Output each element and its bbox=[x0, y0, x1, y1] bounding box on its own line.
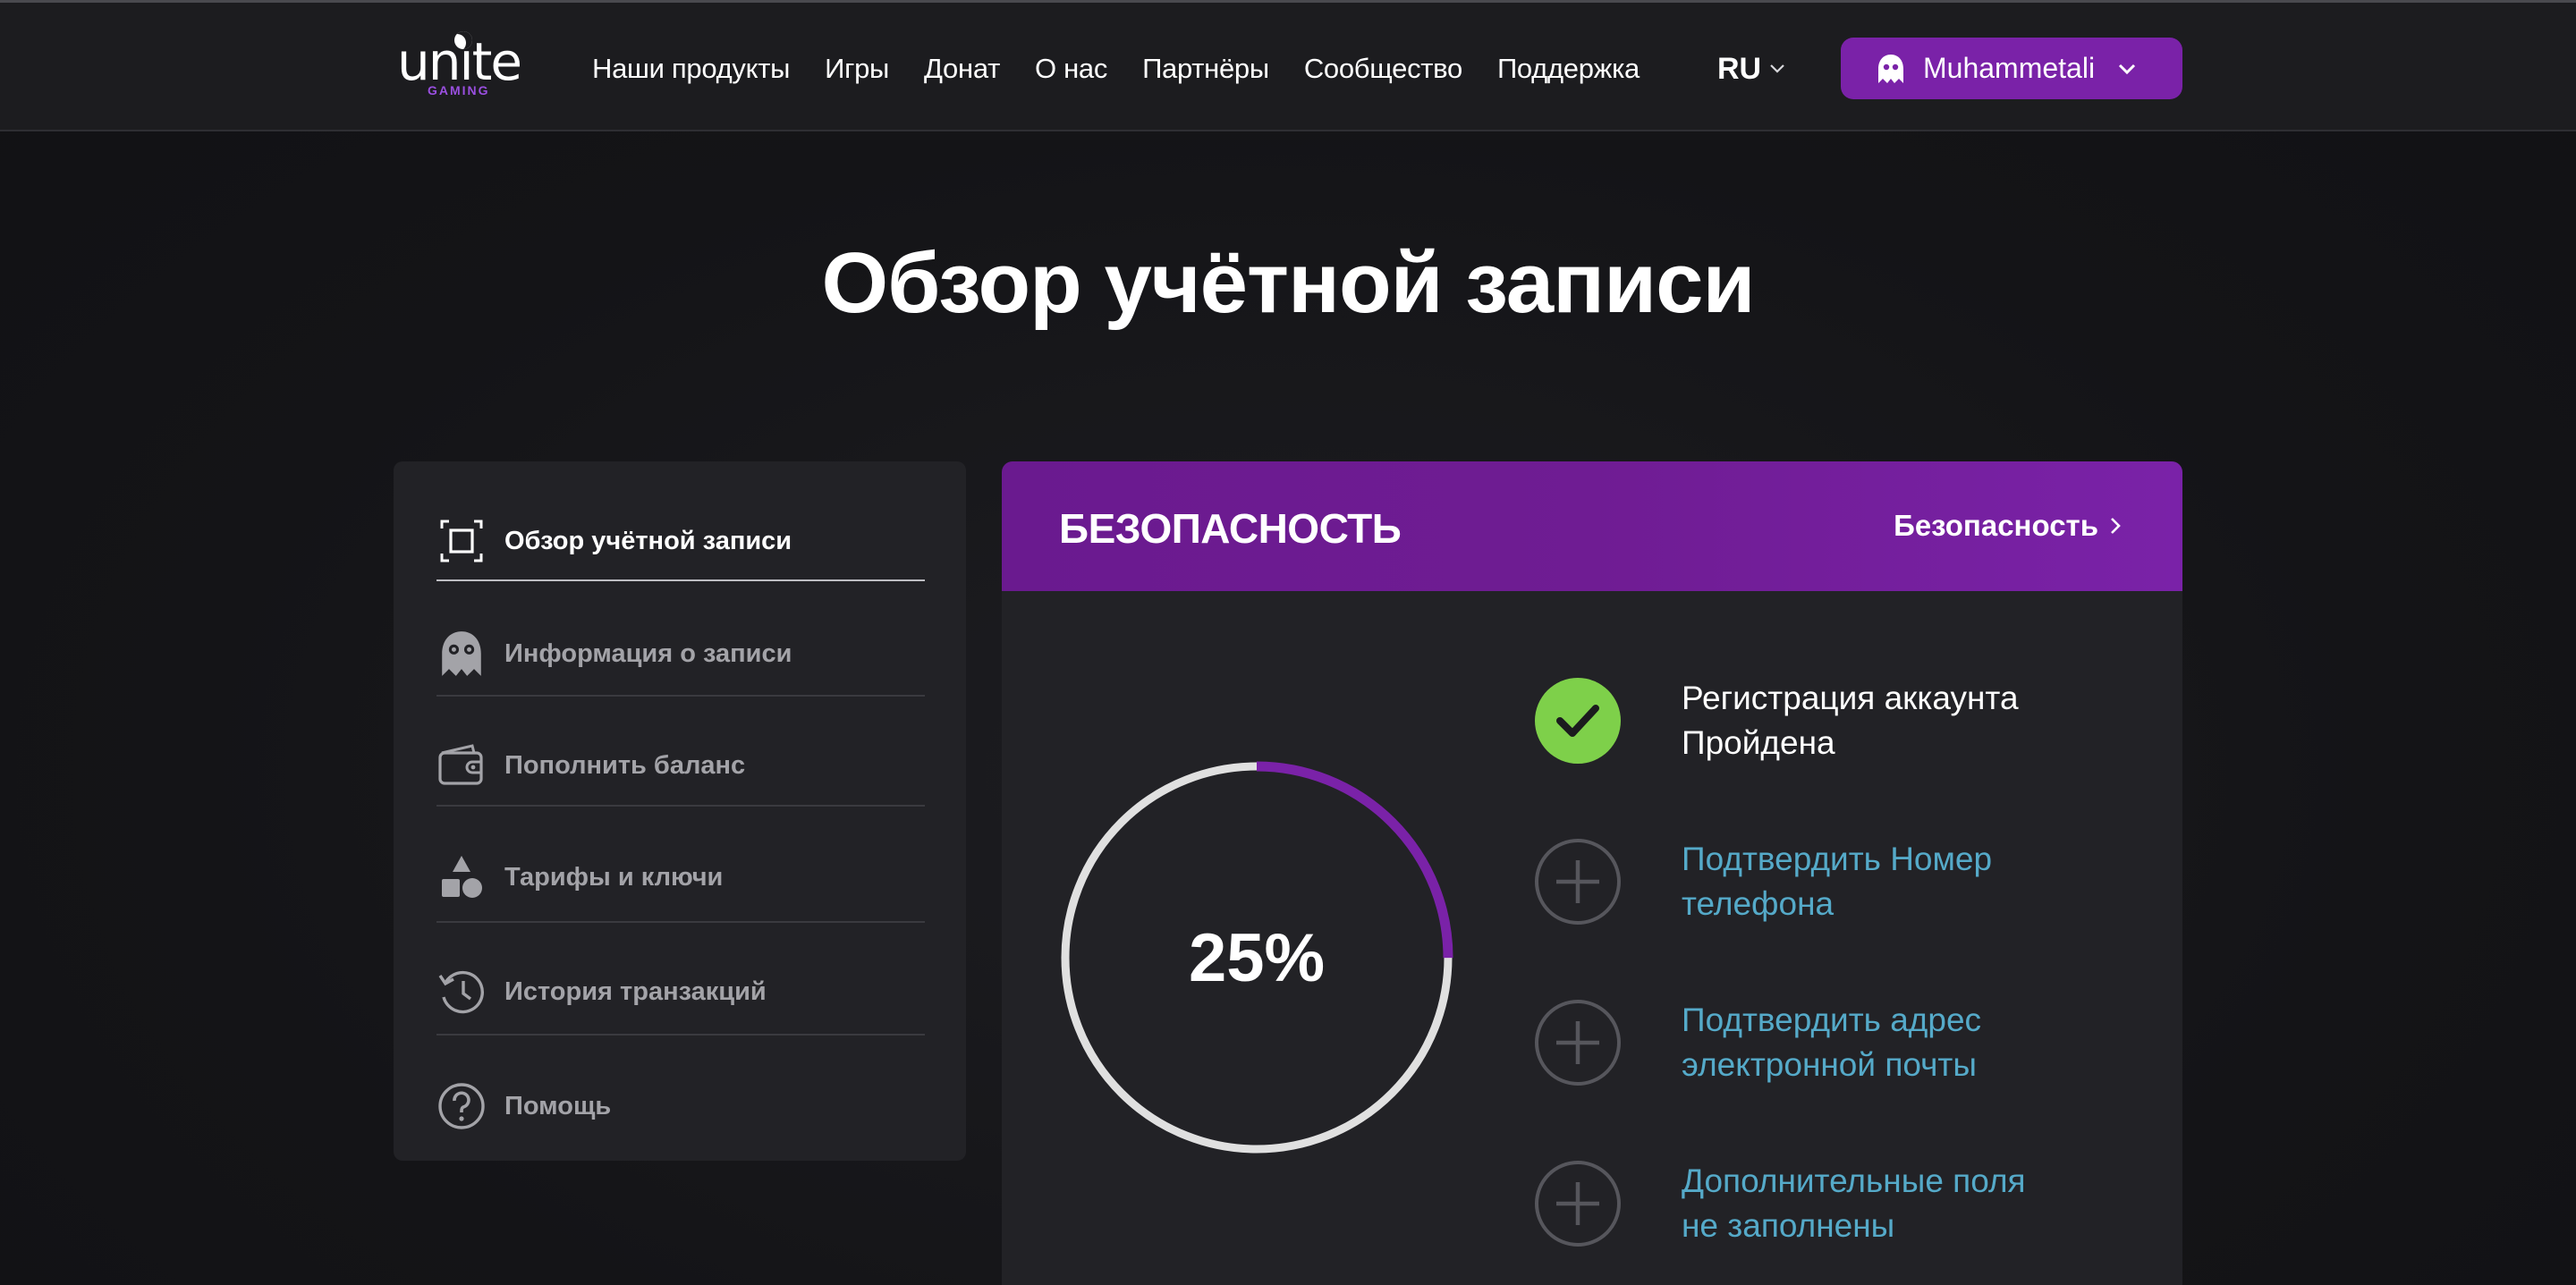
sidebar-item-account-info[interactable]: Информация о записи bbox=[436, 613, 925, 694]
security-card-header: БЕЗОПАСНОСТЬ Безопасность bbox=[1002, 461, 2182, 591]
nav-support[interactable]: Поддержка bbox=[1497, 53, 1640, 85]
shapes-icon bbox=[436, 852, 487, 902]
plus-circle-icon bbox=[1535, 839, 1621, 925]
sidebar-item-help[interactable]: Помощь bbox=[436, 1066, 925, 1146]
nav-games[interactable]: Игры bbox=[825, 53, 889, 85]
page: unite GAMING Наши продукты Игры Донат О … bbox=[0, 0, 2576, 1285]
sidebar-item-plans-keys[interactable]: Тарифы и ключи bbox=[436, 837, 925, 917]
step-text[interactable]: Дополнительные поля не заполнены bbox=[1682, 1159, 2026, 1248]
chevron-down-icon bbox=[2119, 63, 2136, 74]
sidebar-divider bbox=[436, 921, 925, 923]
logo-moon-icon bbox=[454, 31, 472, 49]
chevron-down-icon bbox=[1770, 64, 1784, 73]
security-link-label: Безопасность bbox=[1894, 509, 2098, 542]
sidebar-item-label: Тарифы и ключи bbox=[504, 862, 724, 892]
sidebar-divider bbox=[436, 695, 925, 697]
language-label: RU bbox=[1717, 51, 1762, 86]
step-registration: Регистрация аккаунта Пройдена bbox=[1533, 676, 2088, 765]
chevron-right-icon bbox=[2111, 518, 2121, 534]
top-header: unite GAMING Наши продукты Игры Донат О … bbox=[0, 0, 2576, 131]
sidebar-item-label: Обзор учётной записи bbox=[504, 526, 792, 555]
page-title: Обзор учётной записи bbox=[821, 235, 1755, 331]
nav-community[interactable]: Сообщество bbox=[1304, 53, 1462, 85]
account-sidebar: Обзор учётной записи Информация о записи bbox=[394, 461, 966, 1161]
step-verify-phone[interactable]: Подтвердить Номер телефона bbox=[1533, 837, 2088, 926]
sidebar-item-top-up[interactable]: Пополнить баланс bbox=[436, 725, 925, 806]
sidebar-item-overview[interactable]: Обзор учётной записи bbox=[436, 501, 925, 581]
ghost-avatar-icon bbox=[1878, 54, 1903, 83]
ghost-icon bbox=[436, 629, 487, 679]
nav-donate[interactable]: Донат bbox=[924, 53, 1000, 85]
security-link[interactable]: Безопасность bbox=[1894, 509, 2122, 543]
sidebar-divider bbox=[436, 805, 925, 807]
sidebar-item-label: Помощь bbox=[504, 1091, 612, 1120]
language-selector[interactable]: RU bbox=[1717, 47, 1786, 90]
nav-about[interactable]: О нас bbox=[1035, 53, 1107, 85]
history-icon bbox=[436, 967, 487, 1017]
step-text[interactable]: Подтвердить Номер телефона bbox=[1682, 837, 1992, 926]
user-name: Muhammetali bbox=[1923, 52, 2096, 84]
step-text[interactable]: Подтвердить адрес электронной почты bbox=[1682, 998, 1981, 1087]
logo-subtitle: GAMING bbox=[428, 83, 490, 97]
unite-gaming-logo[interactable]: unite GAMING bbox=[397, 30, 531, 101]
user-menu-button[interactable]: Muhammetali bbox=[1841, 38, 2182, 99]
plus-circle-icon bbox=[1535, 1161, 1621, 1247]
security-title: БЕЗОПАСНОСТЬ bbox=[1059, 505, 1402, 552]
wallet-icon bbox=[436, 740, 487, 790]
sidebar-item-label: Пополнить баланс bbox=[504, 750, 746, 780]
sidebar-divider bbox=[436, 1034, 925, 1036]
sidebar-item-label: Информация о записи bbox=[504, 638, 792, 668]
step-additional-fields[interactable]: Дополнительные поля не заполнены bbox=[1533, 1159, 2088, 1248]
nav-products[interactable]: Наши продукты bbox=[592, 53, 790, 85]
main-nav: Наши продукты Игры Донат О нас Партнёры … bbox=[592, 3, 1674, 134]
sidebar-divider bbox=[436, 579, 925, 581]
plus-circle-icon bbox=[1535, 1000, 1621, 1086]
step-text: Регистрация аккаунта Пройдена bbox=[1682, 680, 2019, 761]
check-circle-icon bbox=[1535, 678, 1621, 764]
help-circle-icon bbox=[436, 1081, 487, 1131]
sidebar-item-history[interactable]: История транзакций bbox=[436, 951, 925, 1032]
nav-partners[interactable]: Партнёры bbox=[1142, 53, 1269, 85]
step-verify-email[interactable]: Подтвердить адрес электронной почты bbox=[1533, 998, 2088, 1087]
sidebar-item-label: История транзакций bbox=[504, 976, 767, 1006]
progress-percent: 25% bbox=[1188, 919, 1326, 996]
overview-frame-icon bbox=[436, 516, 487, 566]
security-card: БЕЗОПАСНОСТЬ Безопасность 25% Регистраци… bbox=[1002, 461, 2182, 1285]
